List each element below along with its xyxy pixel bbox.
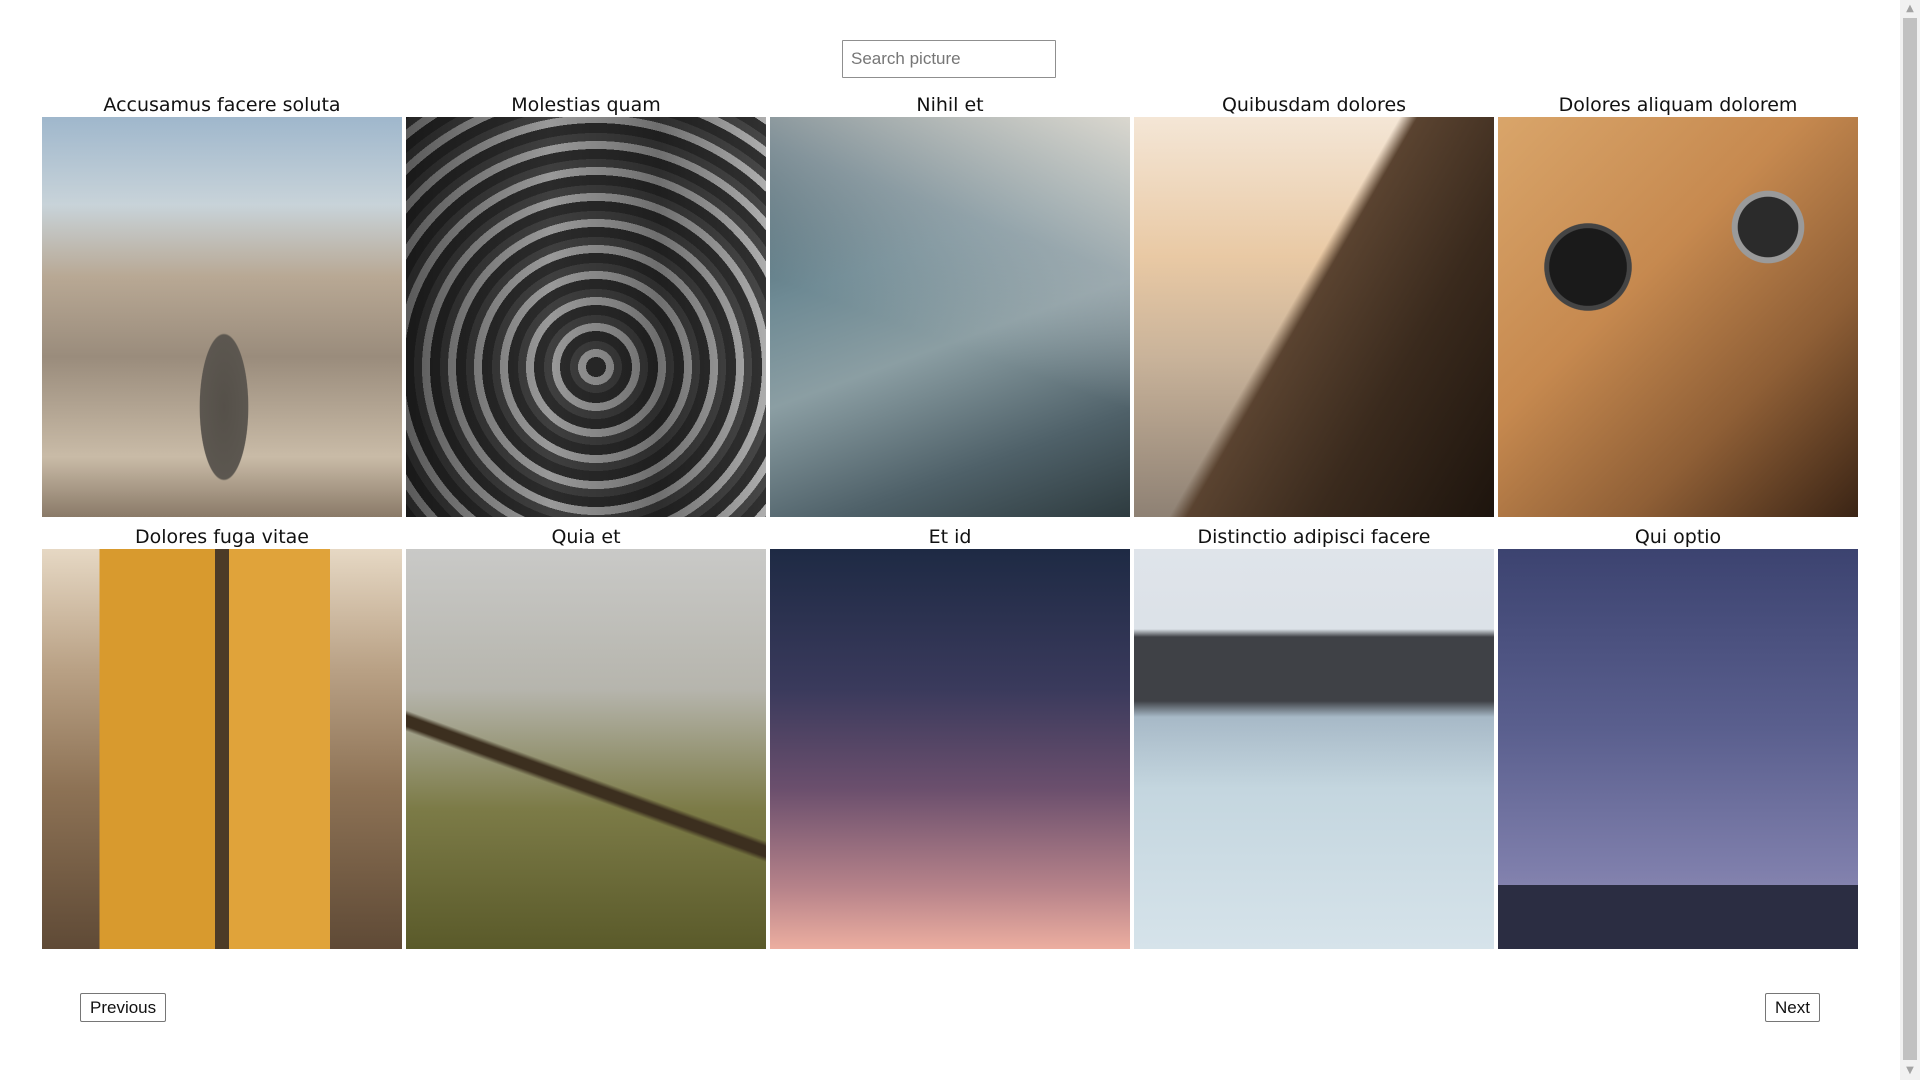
picture-title: Nihil et [916, 94, 984, 116]
picture-title: Distinctio adipisci facere [1197, 526, 1431, 548]
search-input[interactable] [842, 40, 1056, 78]
picture-image[interactable] [1498, 117, 1858, 517]
picture-image[interactable] [42, 117, 402, 517]
picture-title: Quia et [551, 526, 621, 548]
picture-title: Accusamus facere soluta [103, 94, 341, 116]
picture-grid: Accusamus facere soluta Molestias quam N… [42, 91, 1858, 955]
picture-title: Dolores aliquam dolorem [1558, 94, 1798, 116]
picture-image[interactable] [406, 117, 766, 517]
gallery-page: Accusamus facere soluta Molestias quam N… [0, 0, 1900, 1080]
picture-title: Molestias quam [511, 94, 661, 116]
picture-card[interactable]: Qui optio [1498, 523, 1858, 955]
next-button[interactable]: Next [1765, 993, 1820, 1022]
picture-card[interactable]: Dolores fuga vitae [42, 523, 402, 955]
picture-card[interactable]: Dolores aliquam dolorem [1498, 91, 1858, 523]
picture-image[interactable] [770, 117, 1130, 517]
picture-image[interactable] [1498, 549, 1858, 949]
picture-card[interactable]: Molestias quam [406, 91, 766, 523]
picture-image[interactable] [1134, 117, 1494, 517]
picture-card[interactable]: Quia et [406, 523, 766, 955]
scrollbar-thumb[interactable] [1903, 18, 1917, 1060]
picture-title: Et id [928, 526, 972, 548]
picture-image[interactable] [1134, 549, 1494, 949]
picture-image[interactable] [770, 549, 1130, 949]
picture-card[interactable]: Distinctio adipisci facere [1134, 523, 1494, 955]
search-container [842, 40, 1056, 78]
vertical-scrollbar[interactable]: ▲ ▼ [1900, 0, 1920, 1080]
picture-card[interactable]: Nihil et [770, 91, 1130, 523]
picture-title: Quibusdam dolores [1221, 94, 1407, 116]
picture-image[interactable] [406, 549, 766, 949]
previous-button[interactable]: Previous [80, 993, 167, 1022]
picture-card[interactable]: Et id [770, 523, 1130, 955]
scroll-down-icon[interactable]: ▼ [1900, 1062, 1920, 1080]
picture-title: Qui optio [1634, 526, 1722, 548]
picture-card[interactable]: Quibusdam dolores [1134, 91, 1494, 523]
picture-card[interactable]: Accusamus facere soluta [42, 91, 402, 523]
picture-title: Dolores fuga vitae [135, 526, 309, 548]
scroll-up-icon[interactable]: ▲ [1900, 0, 1920, 18]
picture-image[interactable] [42, 549, 402, 949]
